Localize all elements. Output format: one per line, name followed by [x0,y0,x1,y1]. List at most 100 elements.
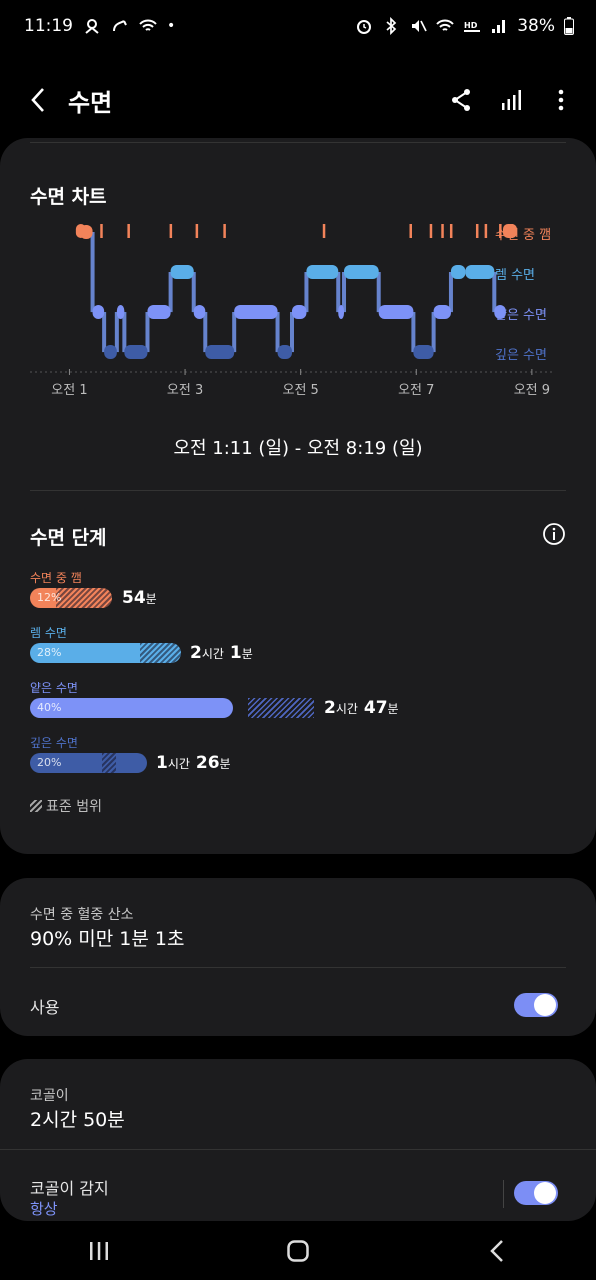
awake-mark [441,224,444,238]
more-vert-icon [558,89,564,111]
stage-segment-deep [413,345,434,359]
minutes-unit: 분 [241,647,253,661]
chart-divider [30,490,566,491]
stage-segment-light [147,305,171,319]
stage-pct-awake: 12% [37,591,62,604]
stage-transition [232,312,237,353]
vertical-divider [503,1180,504,1208]
bluetooth-icon [386,17,397,35]
more-options-button[interactable] [546,85,576,115]
legend-awake: 수면 중 깸 [495,228,552,243]
battery-icon [564,17,574,35]
snoring-detect-toggle[interactable] [514,1181,558,1205]
stage-label-awake: 수면 중 깸 [30,571,82,585]
stage-pct-rem: 28% [37,646,62,659]
alarm-icon [357,20,372,34]
awake-mark [484,224,488,238]
duration-hours: 2 [324,698,336,718]
stage-transition [376,272,381,313]
awake-mark [475,224,479,238]
notification-icon [85,19,99,34]
normal-range-hatch [56,588,112,608]
stage-segment-rem [465,265,495,279]
page-title: 수면 [68,88,113,117]
stage-segment-deep [124,345,148,359]
stage-pct-deep: 20% [37,756,62,769]
snoring-divider [0,1149,596,1150]
status-left: 11:19 • [24,16,175,36]
stage-segment-deep [104,345,117,359]
legend-rem: 렘 수면 [495,268,536,283]
wifi-status-icon [139,19,157,31]
duration-minutes: 54 [122,588,146,608]
stage-transition [304,272,309,313]
stage-transition [90,232,95,313]
app-header: 수면 [0,70,596,130]
normal-range-hatch [140,643,181,663]
duration-minutes: 26 [195,753,220,773]
mute-icon [412,20,427,32]
home-button[interactable] [268,1226,328,1276]
info-icon[interactable] [542,522,566,546]
normal-range-label: 표준 범위 [46,799,102,815]
spo2-divider [30,967,566,968]
stage-bar-deep: 20% [30,753,147,773]
awake-mark [195,224,199,238]
sleep-stages-title: 수면 단계 [30,527,107,549]
snoring-label: 코골이 [30,1088,69,1104]
svg-text:HD: HD [464,21,478,30]
share-app-icon [113,20,127,32]
awake-block [75,224,86,238]
hd-voice-icon: HD [464,21,481,32]
stage-transition [191,272,196,313]
snoring-value: 2시간 50분 [30,1109,125,1131]
stage-transition [411,312,416,353]
duration-hours: 2 [190,643,202,663]
share-icon [452,89,470,111]
sleep-time-range: 오전 1:11 (일) - 오전 8:19 (일) [173,438,423,459]
recent-apps-button[interactable] [69,1226,129,1276]
stage-segment-light [234,305,278,319]
stage-duration-deep: 1시간 26분 [156,753,231,773]
sleep-detail-card: 수면 차트 오전 1 오전 3 오전 5 오전 7 오전 9 수면 중 깸 렘 수면 얕… [0,138,596,854]
x-tick-label: 오전 7 [398,383,434,398]
minutes-unit: 분 [145,592,157,606]
stage-transition [275,312,280,353]
status-right: HD 38% [355,16,574,36]
stage-transition [431,312,436,353]
stage-segment-rem [344,265,379,279]
spo2-label: 수면 중 혈중 산소 [30,907,134,923]
status-bar: 11:19 • HD 38% [0,0,596,52]
statistics-button[interactable] [496,85,526,115]
share-button[interactable] [446,85,476,115]
stage-bar-rem: 28% [30,643,181,663]
awake-mark [449,224,453,238]
stage-transition [289,312,294,353]
stage-segment-light [338,305,345,319]
back-arrow-icon [31,88,44,112]
back-button[interactable] [20,82,56,118]
blood-oxygen-card: 수면 중 혈중 산소 90% 미만 1분 1초 사용 [0,878,596,1036]
stage-segment-light [116,305,125,319]
toggle-knob [534,994,556,1016]
stage-segment-light [193,305,206,319]
awake-mark [169,224,173,238]
legend-light: 얕은 수면 [495,308,547,323]
dot-icon: • [167,18,176,34]
awake-mark [127,224,130,238]
hatch-swatch-icon [30,800,42,812]
stage-transition [114,312,119,353]
stage-transition [145,312,150,353]
spo2-toggle[interactable] [514,993,558,1017]
duration-minutes: 1 [229,643,242,663]
stage-segment-deep [205,345,235,359]
snoring-detect-sub: 항상 [30,1200,58,1218]
top-divider [30,142,566,143]
x-tick-label: 오전 9 [514,383,550,398]
awake-mark [409,224,412,238]
nav-back-button[interactable] [467,1226,527,1276]
stage-segment-light [92,305,105,319]
toggle-knob [534,1182,556,1204]
stage-transition [102,312,107,353]
normal-range-hatch [248,698,314,718]
